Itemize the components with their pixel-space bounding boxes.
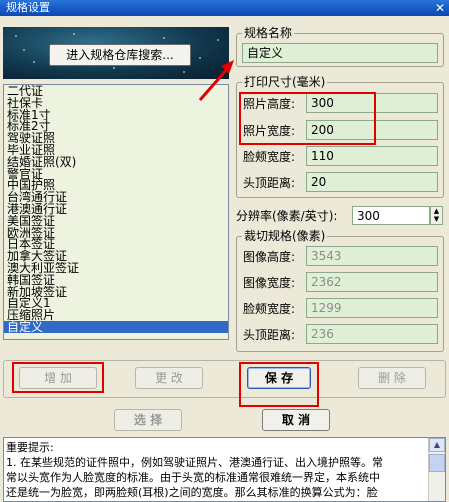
annotation-arrow: [198, 60, 234, 101]
arrow-shaft: [198, 67, 230, 101]
